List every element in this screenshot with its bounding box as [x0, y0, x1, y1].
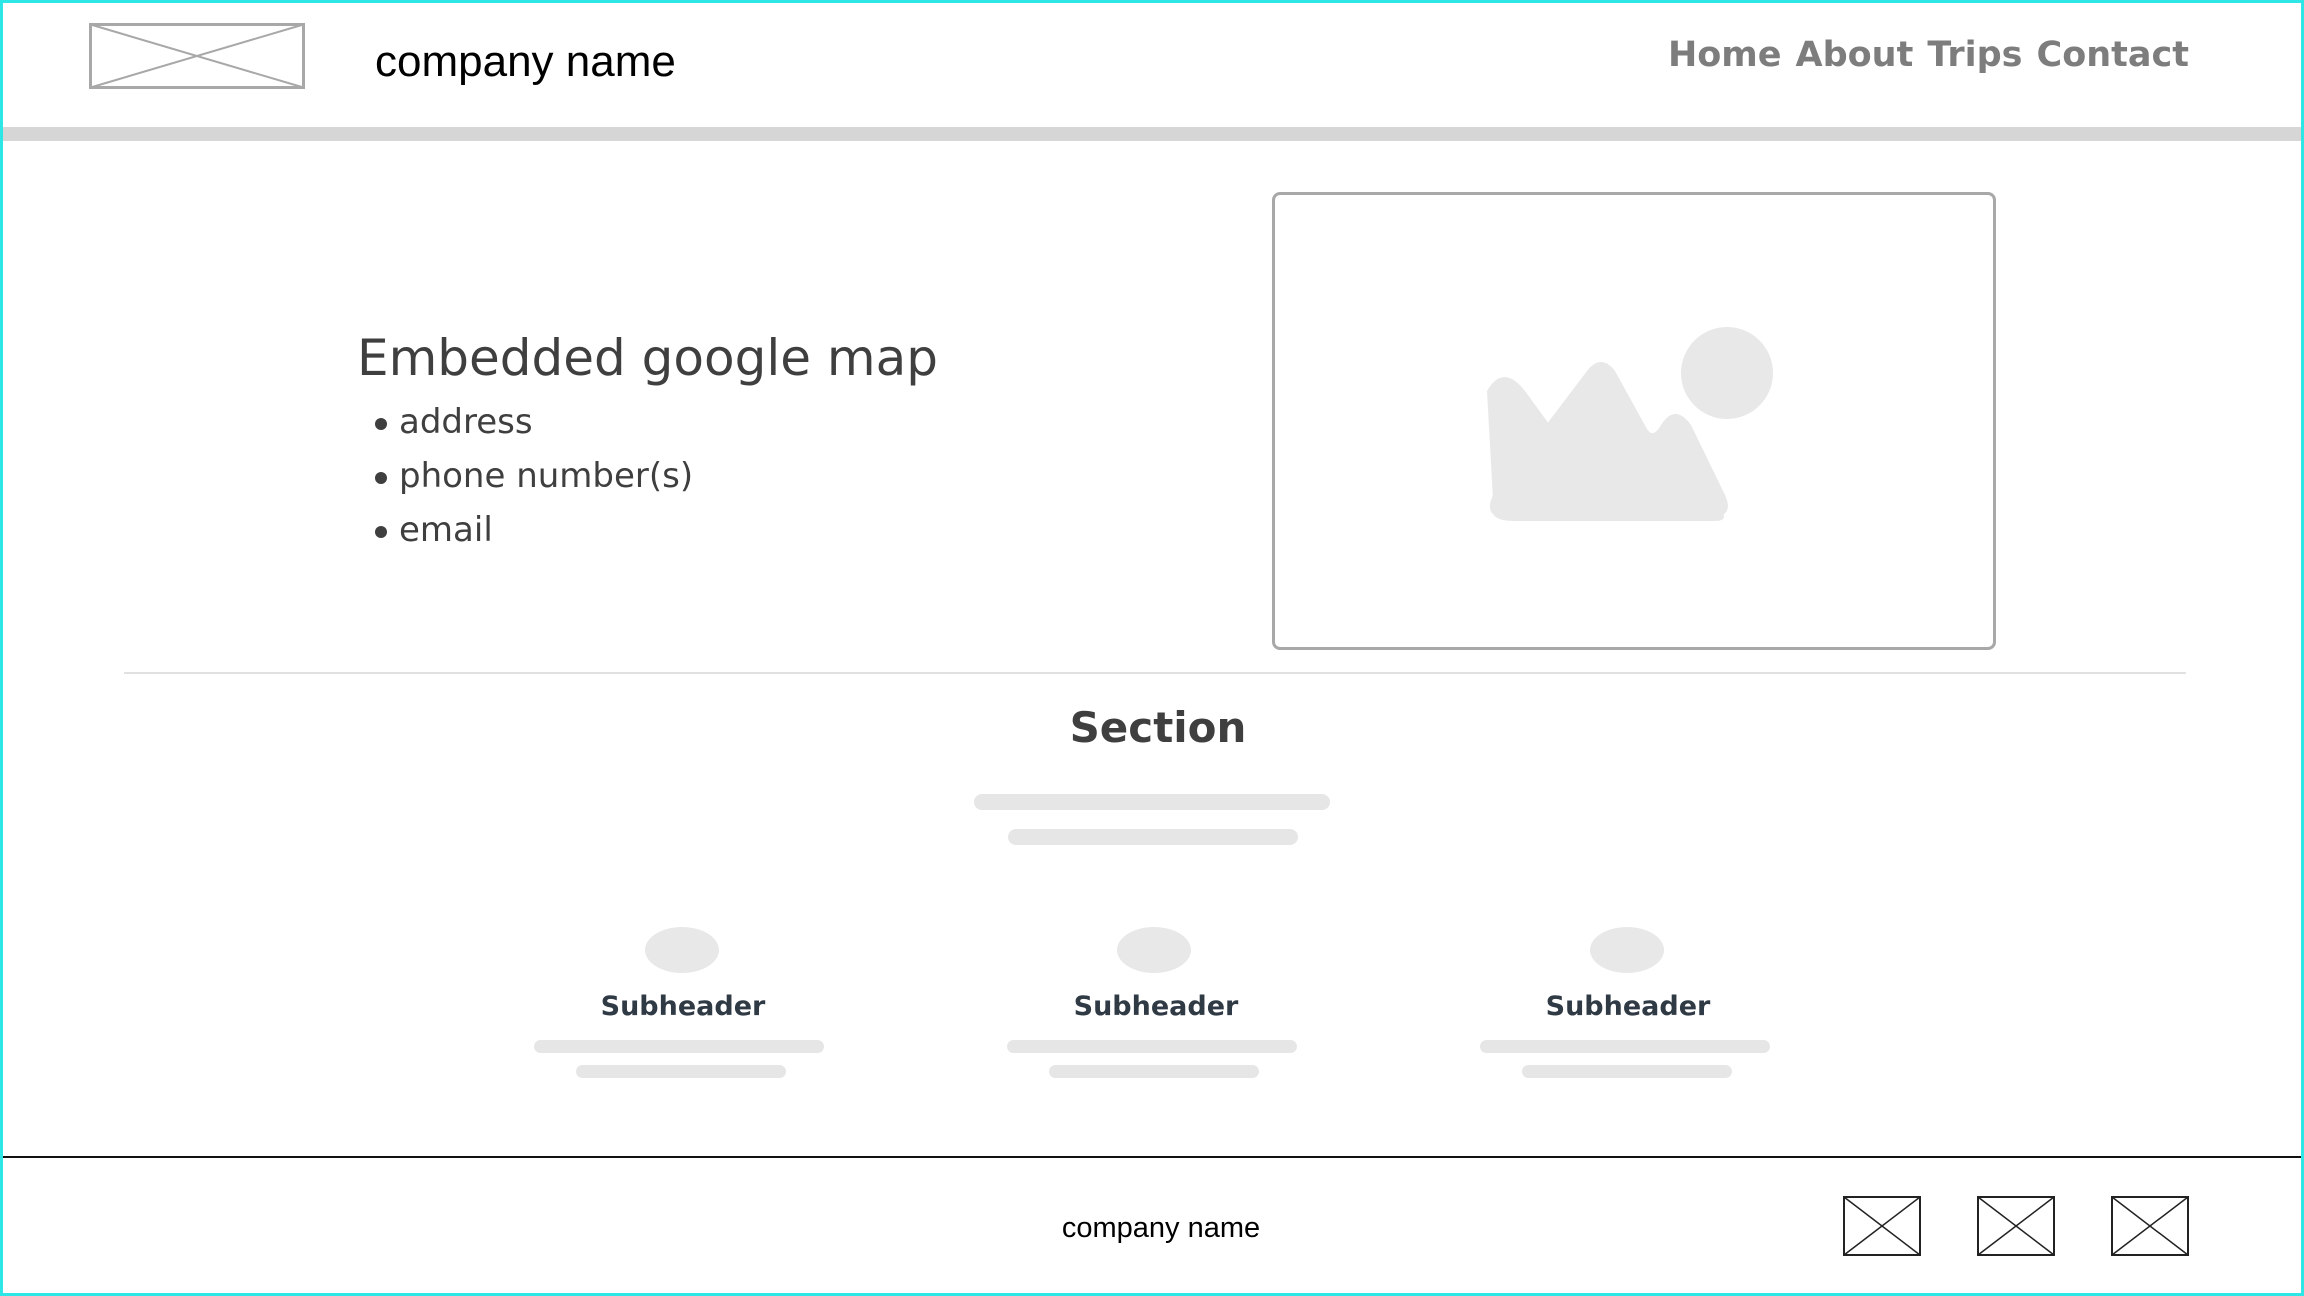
company-name: company name — [375, 37, 676, 86]
feature-text-line — [1007, 1040, 1297, 1053]
site-header: company name Home About Trips Contact — [3, 3, 2301, 127]
section-title: Section — [1069, 703, 1247, 752]
feature-subheader: Subheader — [600, 991, 766, 1022]
section-divider — [124, 672, 2186, 674]
footer-divider — [3, 1156, 2301, 1158]
feature-text-line — [1522, 1065, 1732, 1078]
contact-phone: phone number(s) — [375, 449, 938, 503]
contact-list: address phone number(s) email — [357, 395, 938, 557]
page-frame: company name Home About Trips Contact Em… — [0, 0, 2304, 1296]
nav-about[interactable]: About — [1795, 35, 1913, 75]
social-placeholder-icon[interactable] — [1977, 1196, 2055, 1256]
contact-info: Embedded google map address phone number… — [357, 329, 938, 557]
embedded-map-placeholder[interactable] — [1272, 192, 1996, 650]
section-text-line — [974, 794, 1330, 810]
feature-icon-placeholder — [645, 927, 719, 973]
nav-home[interactable]: Home — [1668, 35, 1782, 75]
feature-subheader: Subheader — [1073, 991, 1239, 1022]
main-nav: Home About Trips Contact — [1668, 35, 2189, 75]
feature-subheader: Subheader — [1545, 991, 1711, 1022]
section-text-line — [1008, 829, 1298, 845]
feature-text-line — [1049, 1065, 1259, 1078]
footer-company-name: company name — [1061, 1212, 1261, 1244]
social-placeholder-icon[interactable] — [1843, 1196, 1921, 1256]
feature-icon-placeholder — [1117, 927, 1191, 973]
logo-placeholder-icon[interactable] — [89, 23, 305, 89]
nav-trips[interactable]: Trips — [1927, 35, 2022, 75]
contact-address: address — [375, 395, 938, 449]
image-placeholder-icon — [1487, 327, 1773, 521]
nav-contact[interactable]: Contact — [2037, 35, 2189, 75]
contact-email: email — [375, 503, 938, 557]
contact-title: Embedded google map — [357, 329, 938, 387]
header-divider-bar — [3, 127, 2301, 141]
feature-text-line — [1480, 1040, 1770, 1053]
feature-text-line — [534, 1040, 824, 1053]
feature-icon-placeholder — [1590, 927, 1664, 973]
social-placeholder-icon[interactable] — [2111, 1196, 2189, 1256]
feature-text-line — [576, 1065, 786, 1078]
